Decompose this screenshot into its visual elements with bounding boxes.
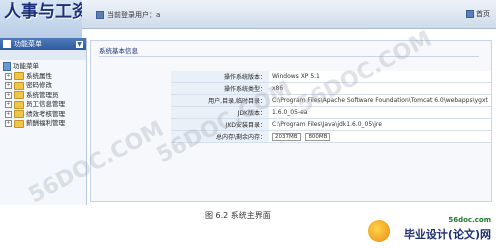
user-icon [96, 11, 104, 19]
home-link[interactable]: 首页 [466, 9, 490, 19]
sidebar-item-salary[interactable]: + 薪酬福利管理 [3, 119, 86, 129]
current-user: 当前登录用户：a [96, 10, 160, 20]
home-label: 首页 [476, 10, 490, 18]
sidebar-item-system-properties[interactable]: + 系统属性 [3, 72, 86, 82]
folder-icon [14, 119, 24, 128]
row-key: 操作系统版本： [171, 71, 269, 83]
total-memory: 2037MB [272, 132, 301, 141]
expand-icon[interactable]: + [5, 110, 12, 118]
row-value: 2037MB 800MB [269, 130, 491, 143]
sidebar-item-label: 系统管理员 [26, 90, 59, 99]
sidebar-item-admin[interactable]: + 系统管理员 [3, 91, 86, 101]
brand-url: 56doc.com [448, 216, 491, 224]
sidebar-item-label: 密码修改 [26, 81, 52, 89]
figure-caption: 图 6.2 系统主界面 [205, 211, 271, 220]
free-memory: 800MB [305, 132, 331, 141]
folder-icon [14, 110, 24, 119]
sidebar-item-password[interactable]: + 密码修改 [3, 81, 86, 91]
sidebar-item-employee[interactable]: + 员工信息管理 [3, 100, 86, 110]
folder-icon [14, 91, 24, 100]
expand-icon[interactable]: + [5, 91, 12, 99]
current-user-label: 当前登录用户：a [107, 11, 161, 19]
collapse-toggle-icon[interactable]: ▼ [76, 40, 83, 48]
expand-icon[interactable]: + [5, 72, 12, 80]
home-icon [466, 10, 474, 18]
folder-icon [14, 81, 24, 90]
book-icon [3, 62, 11, 72]
sidebar-header: 功能菜单 ▼ [0, 38, 86, 50]
sidebar-subtitle [0, 50, 86, 60]
sidebar-item-performance[interactable]: + 绩效考核管理 [3, 110, 86, 120]
sidebar-title: 功能菜单 [14, 40, 42, 48]
expand-icon[interactable]: + [5, 101, 12, 109]
sidebar-item-label: 绩效考核管理 [26, 109, 65, 118]
logo-icon [368, 220, 390, 242]
tree-root[interactable]: 功能菜单 [3, 62, 86, 72]
sidebar-item-label: 系统属性 [26, 71, 52, 80]
sidebar-item-label: 员工信息管理 [26, 100, 65, 108]
folder-icon [14, 72, 24, 81]
top-bar: 当前登录用户：a 首页 [82, 0, 496, 29]
app-banner: 人事与工资管理系统 [0, 0, 157, 38]
folder-icon [14, 100, 24, 109]
expand-icon[interactable]: + [5, 120, 12, 128]
tree-root-label: 功能菜单 [13, 62, 39, 70]
expand-icon[interactable]: + [5, 82, 12, 90]
sidebar-item-label: 薪酬福利管理 [26, 119, 65, 127]
brand-logo: 56doc.com 毕业设计(论文)网 [368, 216, 493, 246]
brand-name: 毕业设计(论文)网 [403, 228, 491, 241]
menu-icon [3, 40, 11, 48]
menu-tree: 功能菜单 + 系统属性 + 密码修改 + 系统管理员 + 员工信息管理 + 绩效… [0, 60, 86, 129]
row-value: C:\Program Files\Java\jdk1.6.0_05\jre [269, 118, 491, 131]
